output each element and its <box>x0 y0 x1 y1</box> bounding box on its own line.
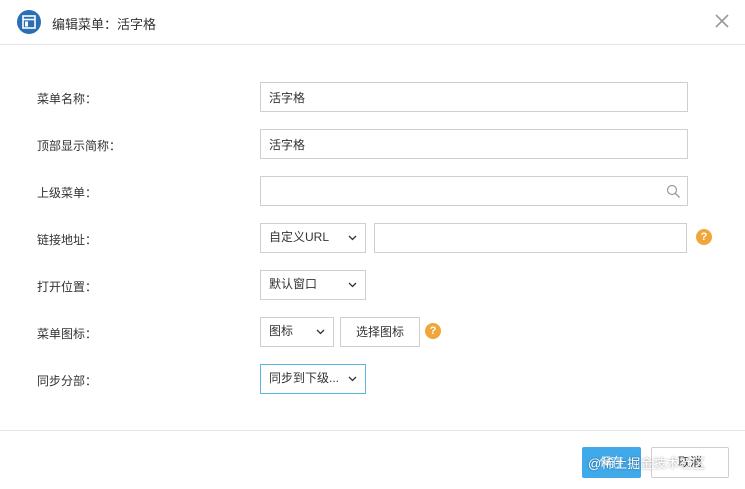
open-position-value: 默认窗口 <box>269 277 318 291</box>
link-type-value: 自定义URL <box>269 230 330 244</box>
link-url-input[interactable] <box>374 223 687 253</box>
open-position-label: 打开位置： <box>37 280 98 294</box>
menu-name-label: 菜单名称： <box>37 92 98 106</box>
chevron-down-icon <box>348 235 357 241</box>
search-icon[interactable] <box>666 184 681 199</box>
menu-icon-select[interactable]: 图标 <box>260 317 334 347</box>
close-icon[interactable] <box>713 12 731 30</box>
sync-label: 同步分部： <box>37 374 98 388</box>
menu-icon-label: 菜单图标： <box>37 327 98 341</box>
short-name-input[interactable] <box>260 129 688 159</box>
footer-divider <box>0 430 745 431</box>
window-icon <box>17 10 41 34</box>
help-icon[interactable]: ? <box>425 323 441 339</box>
chevron-down-icon <box>316 329 325 335</box>
watermark: @稀土掘金技术社区 <box>588 456 706 471</box>
chevron-down-icon <box>348 376 357 382</box>
short-name-label: 顶部显示简称： <box>37 139 122 153</box>
menu-icon-value: 图标 <box>269 324 294 338</box>
sync-select[interactable]: 同步到下级... <box>260 364 366 394</box>
choose-icon-button[interactable]: 选择图标 <box>340 317 420 347</box>
parent-menu-label: 上级菜单： <box>37 186 98 200</box>
link-label: 链接地址： <box>37 233 98 247</box>
sync-value: 同步到下级... <box>269 371 340 385</box>
chevron-down-icon <box>348 282 357 288</box>
open-position-select[interactable]: 默认窗口 <box>260 270 366 300</box>
parent-menu-input[interactable] <box>260 176 688 206</box>
link-type-select[interactable]: 自定义URL <box>260 223 366 253</box>
dialog-titlebar: 编辑菜单：活字格 <box>0 0 745 45</box>
dialog-title: 编辑菜单：活字格 <box>52 17 157 32</box>
help-icon[interactable]: ? <box>696 229 712 245</box>
menu-name-input[interactable] <box>260 82 688 112</box>
